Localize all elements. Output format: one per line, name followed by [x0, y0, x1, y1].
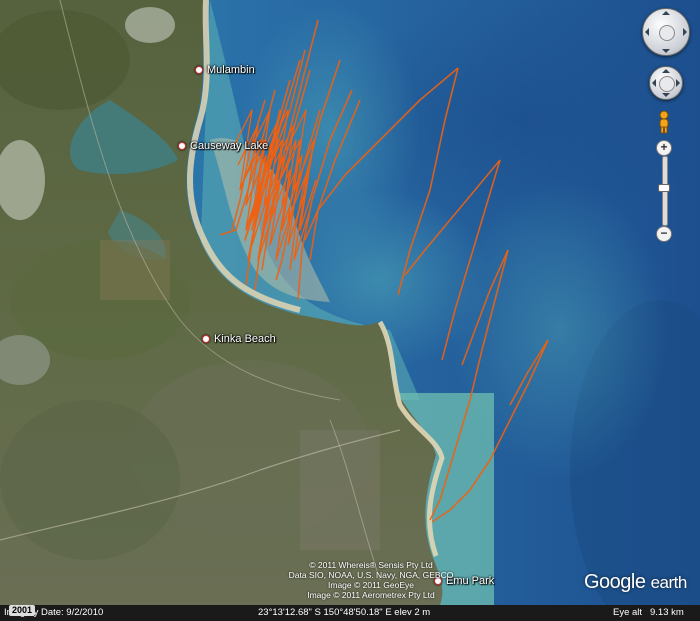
place-pin-icon: [178, 142, 186, 150]
street-view-pegman-icon[interactable]: [656, 110, 672, 134]
zoom-out-button[interactable]: −: [656, 226, 672, 242]
move-up-icon[interactable]: [662, 69, 670, 73]
place-label: Causeway Lake: [190, 140, 269, 152]
place-kinka-beach[interactable]: Kinka Beach: [202, 333, 276, 345]
eye-icon[interactable]: [659, 25, 675, 41]
place-causeway-lake[interactable]: Causeway Lake: [178, 140, 268, 152]
move-right-icon[interactable]: [676, 79, 680, 87]
place-label: Mulambin: [207, 64, 255, 76]
move-left-icon[interactable]: [652, 79, 656, 87]
copyright-line: © 2011 Whereis® Sensis Pty Ltd: [309, 560, 433, 570]
place-label: Kinka Beach: [214, 333, 276, 345]
move-down-icon[interactable]: [662, 93, 670, 97]
logo-earth: earth: [650, 573, 688, 592]
move-joystick[interactable]: [649, 66, 683, 100]
zoom-in-button[interactable]: +: [656, 140, 672, 156]
place-pin-icon: [202, 335, 210, 343]
copyright-line: Image © 2011 GeoEye: [328, 580, 414, 590]
look-up-icon[interactable]: [662, 11, 670, 15]
copyright-line: Image © 2011 Aerometrex Pty Ltd: [307, 590, 435, 600]
copyright-notice: © 2011 Whereis® Sensis Pty Ltd Data SIO,…: [266, 560, 476, 600]
look-down-icon[interactable]: [662, 49, 670, 53]
zoom-slider[interactable]: + −: [656, 140, 672, 242]
look-joystick[interactable]: [642, 8, 690, 56]
look-right-icon[interactable]: [683, 28, 687, 36]
hand-icon[interactable]: [659, 76, 675, 92]
copyright-line: Data SIO, NOAA, U.S. Navy, NGA, GEBCO: [288, 570, 454, 580]
coordinates-readout: 23°13'12.68" S 150°48'50.18" E elev 2 m: [258, 607, 431, 618]
historical-imagery-year-badge[interactable]: 2001: [9, 605, 36, 616]
eye-alt-label: Eye alt: [613, 607, 643, 618]
google-earth-view[interactable]: Mulambin Causeway Lake Kinka Beach Emu P…: [0, 0, 700, 621]
place-mulambin[interactable]: Mulambin: [195, 64, 255, 76]
satellite-map[interactable]: [0, 0, 700, 621]
zoom-handle[interactable]: [658, 184, 670, 192]
status-bar: Imagery Date: 9/2/2010 2001 23°13'12.68"…: [0, 605, 700, 621]
look-left-icon[interactable]: [645, 28, 649, 36]
eye-alt-value: 9.13 km: [650, 607, 684, 618]
place-pin-icon: [195, 66, 203, 74]
google-earth-logo: Google earth: [584, 571, 687, 594]
logo-google: Google: [584, 571, 646, 593]
